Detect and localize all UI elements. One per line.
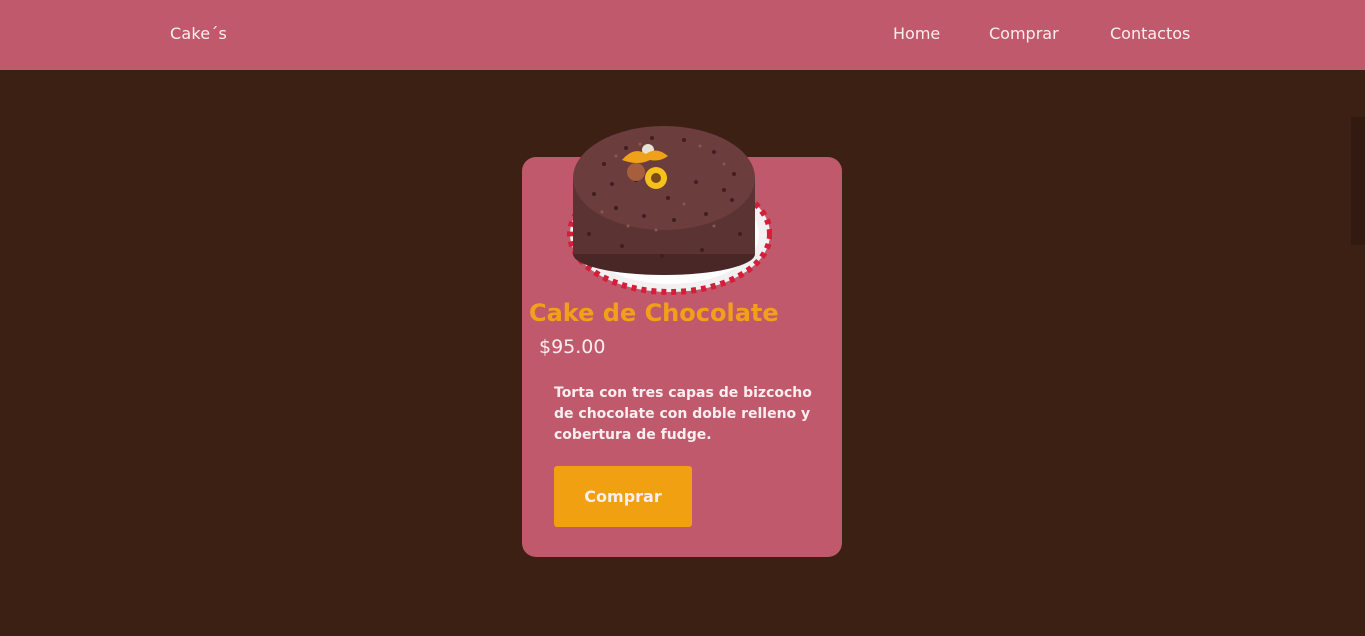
decoration-ball [627, 163, 645, 181]
sunflower-center [651, 173, 661, 183]
product-title: Cake de Chocolate [529, 299, 779, 327]
buy-button[interactable]: Comprar [554, 466, 692, 527]
cake-image [567, 126, 772, 295]
scrollbar-thumb[interactable] [1351, 117, 1365, 245]
nav-contact-link[interactable]: Contactos [1110, 24, 1190, 43]
product-price: $95.00 [539, 336, 606, 358]
product-description: Torta con tres capas de bizcocho de choc… [554, 385, 812, 443]
site-logo[interactable]: Cake´s [170, 24, 227, 43]
nav-buy-link[interactable]: Comprar [989, 24, 1059, 43]
nav-home-link[interactable]: Home [893, 24, 940, 43]
site-header: Cake´s Home Comprar Contactos [0, 0, 1365, 70]
